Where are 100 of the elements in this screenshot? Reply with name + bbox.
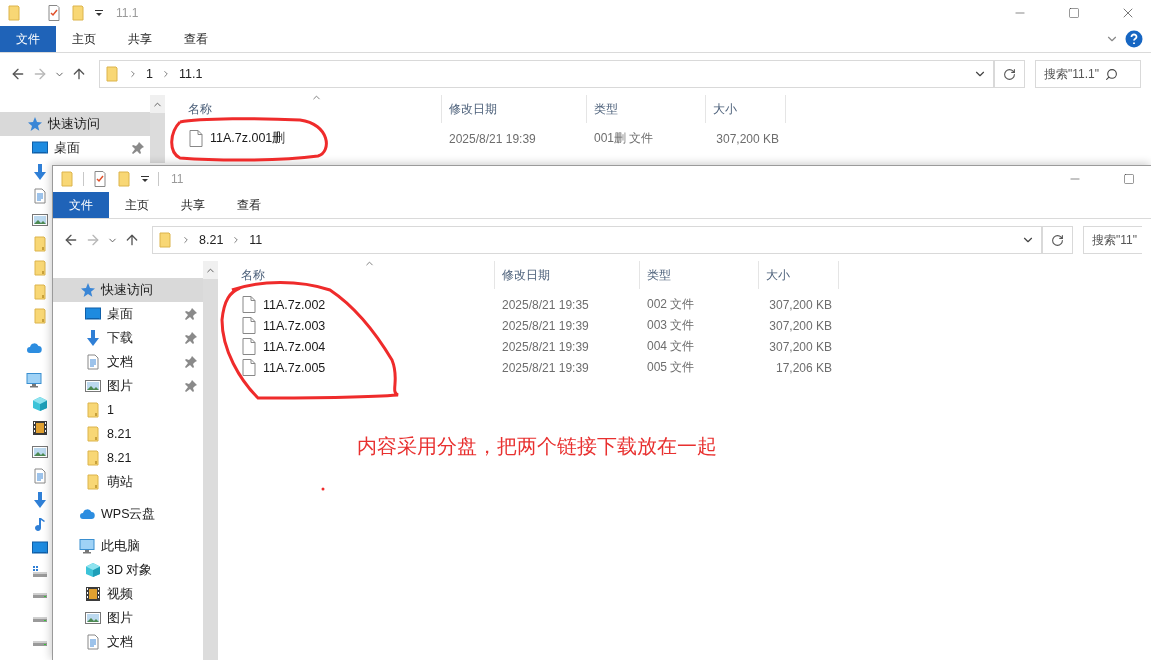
search-field[interactable]: 搜索"11.1" — [1035, 60, 1141, 88]
scrollbar[interactable] — [150, 95, 165, 163]
film-icon — [85, 586, 101, 602]
nav-item[interactable]: 视频 — [53, 582, 203, 606]
pin-icon — [132, 142, 144, 154]
file-icon — [242, 338, 256, 355]
folder-icon — [32, 260, 48, 276]
nav-item[interactable]: 下载 — [53, 326, 203, 350]
search-field[interactable]: 搜索"11" — [1083, 226, 1142, 254]
folder-icon — [32, 284, 48, 300]
size-cell-text: 307,200 KB — [768, 297, 833, 312]
ribbon-tab[interactable]: 查看 — [221, 192, 277, 218]
column-header[interactable]: 类型 — [640, 261, 759, 289]
nav-label: 图片 — [107, 609, 133, 627]
ribbon-tab[interactable]: 主页 — [56, 26, 112, 52]
file-icon — [189, 130, 203, 147]
file-name[interactable]: 11A.7z.003 — [263, 318, 326, 333]
folder-icon — [85, 426, 101, 442]
file-icon — [242, 317, 256, 334]
nav-item[interactable]: 8.21 — [53, 422, 203, 446]
ribbon-tab[interactable]: 主页 — [109, 192, 165, 218]
nav-item[interactable]: 1 — [53, 398, 203, 422]
star-icon — [79, 282, 95, 298]
column-header[interactable]: 类型 — [587, 95, 706, 123]
window-title: 11.1 — [116, 6, 139, 20]
maximize-icon — [1123, 173, 1135, 185]
checklist-icon — [46, 5, 62, 21]
column-header[interactable]: 名称 — [181, 95, 442, 123]
down-arrow-icon — [32, 164, 48, 180]
nav-item[interactable]: 此电脑 — [53, 534, 203, 558]
up-button[interactable] — [71, 66, 87, 82]
forward-button[interactable] — [85, 232, 101, 248]
nav-item[interactable]: 3D 对象 — [53, 558, 203, 582]
up-button[interactable] — [124, 232, 140, 248]
nav-item[interactable]: 文档 — [53, 630, 203, 654]
checklist-icon — [92, 171, 108, 187]
search-icon — [1105, 67, 1118, 81]
date-cell-text: 2025/8/21 19:39 — [501, 339, 590, 354]
scrollbar[interactable] — [203, 261, 218, 660]
window-title: 11 — [171, 172, 184, 186]
nav-label: 文档 — [107, 353, 133, 371]
type-cell-text: 002 文件 — [646, 296, 696, 313]
date-cell-text: 2025/8/21 19:39 — [448, 131, 537, 146]
file-name[interactable]: 11A.7z.004 — [263, 339, 326, 354]
nav-item[interactable]: 桌面 — [0, 136, 150, 160]
date-cell-text: 2025/8/21 19:35 — [501, 297, 590, 312]
nav-item[interactable]: 快速访问 — [53, 278, 203, 302]
back-button[interactable] — [10, 66, 26, 82]
nav-label: 图片 — [107, 377, 133, 395]
folder-icon — [85, 450, 101, 466]
date-cell-text: 2025/8/21 19:39 — [501, 360, 590, 375]
address-bar[interactable]: 1 11.1 — [99, 60, 995, 88]
address-bar[interactable]: 8.21 11 — [152, 226, 1043, 254]
document-icon — [32, 468, 48, 484]
file-name[interactable]: 11A.7z.005 — [263, 360, 326, 375]
refresh-icon — [1003, 67, 1016, 81]
file-name[interactable]: 11A.7z.002 — [263, 297, 326, 312]
computer-icon — [26, 372, 42, 388]
file-menu-button[interactable]: 文件 — [0, 26, 56, 52]
column-header[interactable]: 大小 — [759, 261, 839, 289]
file-menu-button[interactable]: 文件 — [53, 192, 109, 218]
breadcrumb[interactable]: 1 — [146, 67, 153, 81]
folder-icon — [85, 474, 101, 490]
pin-icon — [185, 332, 197, 344]
folder-icon — [116, 171, 132, 187]
column-header[interactable]: 修改日期 — [495, 261, 640, 289]
column-header[interactable]: 名称 — [234, 261, 495, 289]
nav-item[interactable]: 文档 — [53, 350, 203, 374]
nav-item[interactable]: WPS云盘 — [53, 502, 203, 526]
breadcrumb[interactable]: 8.21 — [199, 233, 224, 247]
nav-item[interactable]: 图片 — [53, 606, 203, 630]
ribbon-tab[interactable]: 查看 — [168, 26, 224, 52]
refresh-icon — [1051, 233, 1064, 247]
folder-icon — [32, 236, 48, 252]
picture-icon — [85, 378, 101, 394]
column-header[interactable]: 修改日期 — [442, 95, 587, 123]
film-icon — [32, 420, 48, 436]
file-name[interactable]: 11A.7z.001删 — [210, 130, 286, 147]
nav-item[interactable]: 快速访问 — [0, 112, 150, 136]
breadcrumb[interactable]: 11.1 — [178, 67, 203, 81]
size-cell-text: 307,200 KB — [768, 339, 833, 354]
ribbon-tab[interactable]: 共享 — [165, 192, 221, 218]
ribbon-tab[interactable]: 共享 — [112, 26, 168, 52]
type-cell-text: 004 文件 — [646, 338, 696, 355]
type-cell-text: 003 文件 — [646, 317, 696, 334]
file-icon — [242, 359, 256, 376]
nav-item[interactable]: 图片 — [53, 374, 203, 398]
refresh-button[interactable] — [995, 60, 1025, 88]
breadcrumb[interactable]: 11 — [249, 233, 263, 247]
column-header[interactable]: 大小 — [706, 95, 786, 123]
forward-button[interactable] — [32, 66, 48, 82]
down-arrow-icon — [32, 492, 48, 508]
refresh-button[interactable] — [1043, 226, 1073, 254]
nav-item[interactable]: 8.21 — [53, 446, 203, 470]
nav-label: 桌面 — [54, 139, 80, 157]
back-button[interactable] — [63, 232, 79, 248]
folder-icon — [6, 5, 22, 21]
nav-item[interactable]: 萌站 — [53, 470, 203, 494]
nav-label: 3D 对象 — [107, 561, 153, 579]
nav-item[interactable]: 桌面 — [53, 302, 203, 326]
